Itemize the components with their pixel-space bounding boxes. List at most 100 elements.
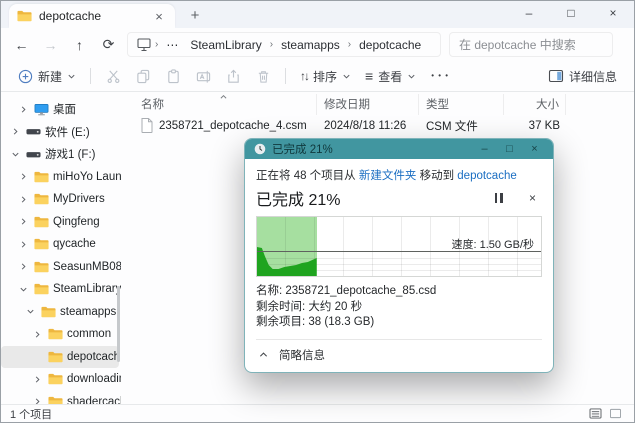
dialog-title: 已完成 21% — [272, 141, 469, 157]
sidebar-item-seasun[interactable]: SeasunMB0803 — [1, 256, 121, 279]
breadcrumb-depotcache[interactable]: depotcache — [354, 37, 426, 53]
dialog-minimize-button[interactable]: – — [475, 140, 494, 158]
pause-icon — [500, 193, 503, 203]
back-button[interactable]: ← — [7, 37, 36, 53]
chevron-down-icon[interactable] — [24, 307, 37, 316]
dialog-close-button[interactable]: × — [525, 140, 544, 158]
details-view-toggle[interactable] — [585, 408, 605, 419]
address-bar: ← → ↑ ⟳ › ⋯ SteamLibrary › steamapps › d… — [1, 28, 634, 61]
source-folder-link[interactable]: 新建文件夹 — [359, 170, 417, 182]
chevron-right-icon[interactable] — [17, 262, 30, 271]
rename-button[interactable] — [188, 65, 218, 88]
new-tab-button[interactable]: + — [187, 7, 203, 24]
column-headers: 名称 修改日期 类型 大小 — [141, 94, 634, 115]
sidebar-item-label: downloading — [67, 373, 121, 385]
window-maximize-button[interactable]: □ — [550, 1, 592, 28]
progress-header-row: 已完成 21% × — [256, 186, 542, 210]
paste-icon — [166, 69, 181, 84]
this-pc-icon[interactable] — [136, 37, 152, 52]
column-header-name[interactable]: 名称 — [141, 94, 317, 115]
table-row[interactable]: 2358721_depotcache_4.csm 2024/8/18 11:26… — [141, 115, 634, 137]
destination-folder-link[interactable]: depotcache — [457, 170, 516, 182]
chevron-right-icon[interactable] — [17, 217, 30, 226]
operation-mid: 移动到 — [416, 170, 457, 182]
chevron-right-icon[interactable] — [31, 375, 44, 384]
sidebar-item-common[interactable]: common — [1, 323, 121, 346]
new-button[interactable]: 新建 — [11, 64, 83, 89]
cancel-button[interactable]: × — [517, 191, 542, 205]
trash-icon — [256, 69, 271, 84]
folder-icon — [47, 373, 64, 385]
chevron-right-icon[interactable] — [17, 195, 30, 204]
dialog-titlebar[interactable]: 已完成 21% – □ × — [245, 139, 553, 159]
speed-curve — [257, 217, 317, 276]
chevron-down-icon[interactable] — [9, 150, 22, 159]
window-minimize-button[interactable]: – — [508, 1, 550, 28]
forward-button[interactable]: → — [36, 37, 65, 53]
chevron-right-icon[interactable] — [9, 127, 22, 136]
sidebar-item-drive-f[interactable]: 游戏1 (F:) — [1, 143, 121, 166]
delete-button[interactable] — [248, 65, 278, 88]
clock-icon — [254, 143, 266, 155]
tab-depotcache[interactable]: depotcache × — [9, 4, 175, 28]
more-options-button[interactable]: • • • — [423, 67, 457, 86]
copy-button[interactable] — [128, 65, 158, 88]
details-pane-button[interactable]: 详细信息 — [541, 64, 624, 89]
search-input[interactable] — [459, 38, 603, 52]
transfer-speed-chart: 速度: 1.50 GB/秒 — [256, 216, 542, 277]
breadcrumb-steamapps[interactable]: steamapps — [276, 37, 345, 53]
sidebar-scrollbar[interactable] — [117, 286, 120, 362]
sort-ascending-icon — [219, 93, 228, 103]
chevron-right-icon[interactable] — [17, 172, 30, 181]
pause-button[interactable] — [481, 193, 517, 203]
rename-icon — [196, 69, 211, 84]
cut-button[interactable] — [98, 65, 128, 88]
share-button[interactable] — [218, 65, 248, 88]
column-header-type[interactable]: 类型 — [419, 94, 504, 115]
sidebar-item-drive-e[interactable]: 软件 (E:) — [1, 121, 121, 144]
chevron-right-icon[interactable] — [31, 397, 44, 404]
sidebar-item-steamlibrary[interactable]: SteamLibrary — [1, 278, 121, 301]
sidebar-item-depotcache[interactable]: depotcache — [1, 346, 119, 369]
sidebar-item-qingfeng[interactable]: Qingfeng — [1, 211, 121, 234]
toolbar-divider — [285, 68, 286, 84]
file-date: 2024/8/18 11:26 — [317, 118, 419, 135]
breadcrumb-overflow[interactable]: ⋯ — [161, 37, 183, 53]
view-button[interactable]: ≡ 查看 — [358, 64, 423, 89]
breadcrumb[interactable]: › ⋯ SteamLibrary › steamapps › depotcach… — [127, 32, 441, 57]
chevron-down-icon[interactable] — [17, 285, 30, 294]
navigation-pane: 桌面 软件 (E:) 游戏1 (F:) miHoYo Launch MyDriv — [1, 93, 121, 404]
sidebar-item-desktop[interactable]: 桌面 — [1, 98, 121, 121]
column-header-size[interactable]: 大小 — [504, 94, 566, 115]
copy-icon — [136, 69, 151, 84]
sidebar-item-mydrivers[interactable]: MyDrivers — [1, 188, 121, 211]
sidebar-item-shadercache[interactable]: shadercache — [1, 391, 121, 405]
desktop-icon — [33, 103, 50, 116]
dialog-maximize-button[interactable]: □ — [500, 140, 519, 158]
column-header-date[interactable]: 修改日期 — [317, 94, 419, 115]
sidebar-item-label: 软件 (E:) — [45, 124, 90, 140]
share-icon — [226, 69, 241, 84]
sidebar-item-downloading[interactable]: downloading — [1, 368, 121, 391]
sidebar-item-steamapps[interactable]: steamapps — [1, 301, 121, 324]
sidebar-item-qycache[interactable]: qycache — [1, 233, 121, 256]
breadcrumb-separator-icon: › — [154, 39, 159, 50]
file-size: 37 KB — [504, 118, 566, 135]
breadcrumb-steamlibrary[interactable]: SteamLibrary — [185, 37, 266, 53]
tab-close-icon[interactable]: × — [151, 9, 167, 24]
folder-icon — [40, 306, 57, 318]
chevron-right-icon[interactable] — [17, 105, 30, 114]
search-box[interactable] — [449, 32, 613, 57]
up-button[interactable]: ↑ — [65, 37, 94, 53]
paste-button[interactable] — [158, 65, 188, 88]
large-icons-view-toggle[interactable] — [605, 408, 625, 419]
chevron-right-icon[interactable] — [17, 240, 30, 249]
window-close-button[interactable]: × — [592, 1, 634, 28]
chevron-right-icon[interactable] — [31, 330, 44, 339]
sidebar-item-mihoyo[interactable]: miHoYo Launch — [1, 166, 121, 189]
refresh-button[interactable]: ⟳ — [94, 36, 123, 53]
sidebar-item-label: 桌面 — [53, 101, 76, 117]
fewer-details-toggle[interactable]: 简略信息 — [256, 339, 542, 372]
transfer-details: 名称: 2358721_depotcache_85.csd 剩余时间: 大约 2… — [256, 284, 542, 331]
sort-button[interactable]: ↑↓ 排序 — [293, 64, 358, 89]
